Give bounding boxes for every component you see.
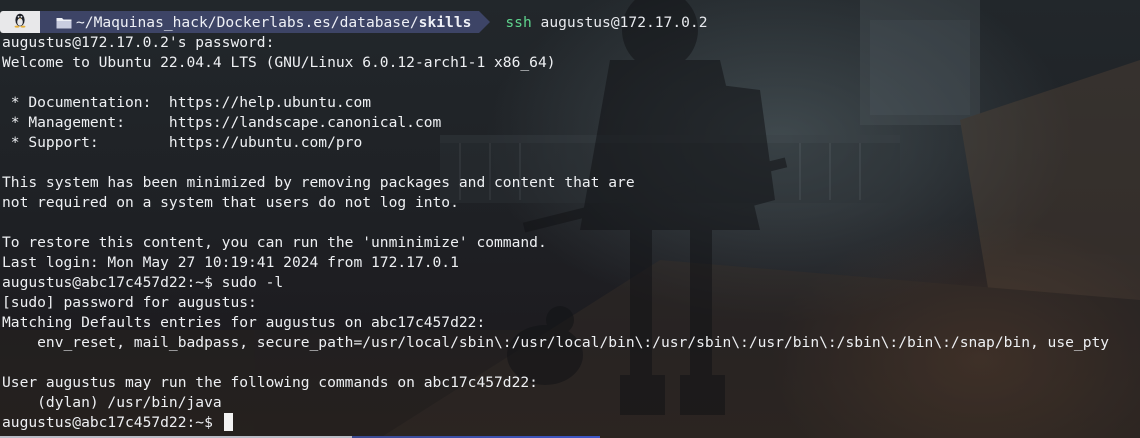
output-line: env_reset, mail_badpass, secure_path=/us… (2, 334, 1110, 351)
output-line: To restore this content, you can run the… (2, 234, 547, 251)
output-line: not required on a system that users do n… (2, 194, 459, 211)
prompt-row-spacer (2, 13, 1140, 33)
output-line: (dylan) /usr/bin/java (2, 394, 222, 411)
output-line: Last login: Mon May 27 10:19:41 2024 fro… (2, 254, 459, 271)
text-cursor (223, 413, 233, 431)
current-prompt: augustus@abc17c457d22:~$ (2, 414, 222, 431)
output-line: [sudo] password for augustus: (2, 294, 257, 311)
output-line: augustus@172.17.0.2's password: (2, 34, 275, 51)
output-line: * Support: https://ubuntu.com/pro (2, 134, 363, 151)
output-line: * Management: https://landscape.canonica… (2, 114, 442, 131)
output-line: This system has been minimized by removi… (2, 174, 635, 191)
output-line: * Documentation: https://help.ubuntu.com (2, 94, 372, 111)
output-line: augustus@abc17c457d22:~$ sudo -l (2, 274, 284, 291)
terminal-output: augustus@172.17.0.2's password: Welcome … (2, 13, 1140, 433)
output-line: Matching Defaults entries for augustus o… (2, 314, 486, 331)
terminal-window[interactable]: ~/Maquinas_hack/Dockerlabs.es/database/s… (0, 0, 1140, 438)
output-line: Welcome to Ubuntu 22.04.4 LTS (GNU/Linux… (2, 54, 556, 71)
output-line: User augustus may run the following comm… (2, 374, 538, 391)
current-prompt-line[interactable]: augustus@abc17c457d22:~$ (2, 413, 1140, 433)
